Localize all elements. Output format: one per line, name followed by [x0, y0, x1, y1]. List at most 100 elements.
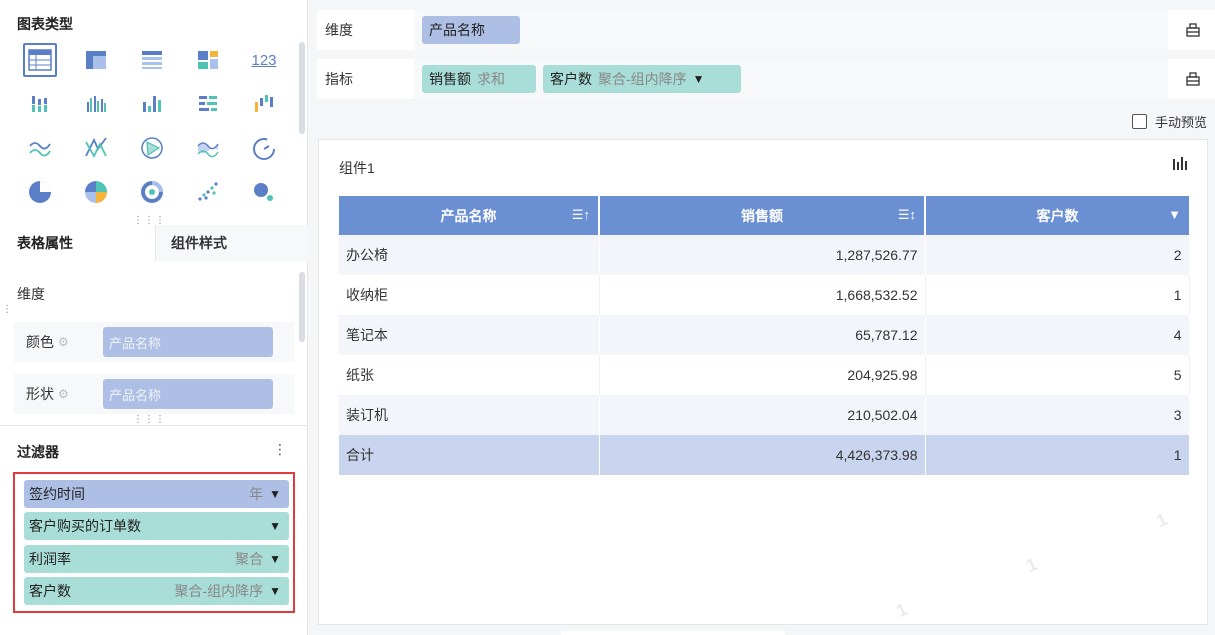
filter-icon[interactable]: ▼ [1168, 207, 1181, 222]
chart-type-pie[interactable] [12, 172, 68, 212]
chart-type-stack-bar[interactable] [12, 84, 68, 124]
manual-preview-label: 手动预览 [1154, 115, 1207, 130]
tab-component-style[interactable]: 组件样式 [156, 225, 308, 261]
gear-icon[interactable]: ⚙ [58, 335, 69, 349]
filter-item[interactable]: 利润率 聚合 ▼ [24, 545, 289, 573]
metric-drop-zone[interactable]: 销售额 求和 客户数 聚合-组内降序 ▼ [414, 59, 1168, 99]
column-header-sales[interactable]: 销售额 ☰↕ [599, 196, 926, 235]
filter-item[interactable]: 客户数 聚合-组内降序 ▼ [24, 577, 289, 605]
resize-handle-bottom[interactable]: ⋮⋮⋮ [133, 415, 166, 425]
color-field-pill[interactable]: 产品名称 [103, 327, 273, 357]
table-icon [23, 43, 57, 77]
column-header-customers[interactable]: 客户数 ▼ [925, 196, 1189, 235]
metric-settings-icon[interactable] [1171, 59, 1215, 99]
detail-table-icon [142, 51, 162, 69]
manual-preview-checkbox[interactable] [1131, 114, 1147, 129]
chart-types-title: 图表类型 [17, 16, 73, 32]
gauge-icon [253, 138, 275, 160]
table-row: 纸张 204,925.98 5 [339, 355, 1190, 395]
color-property-row: 颜色 ⚙ 产品名称 [14, 322, 294, 362]
chart-type-table[interactable] [12, 40, 68, 80]
column-header-product[interactable]: 产品名称 ☰↑ [339, 196, 600, 235]
gear-icon[interactable]: ⚙ [58, 387, 69, 401]
chart-type-polar[interactable] [124, 128, 180, 168]
filter-item[interactable]: 签约时间年 ▼ [24, 480, 289, 508]
bubble-icon [254, 183, 273, 201]
filter-icon[interactable]: ▼ [269, 584, 281, 598]
filter-icon[interactable]: ▼ [269, 519, 281, 533]
chart-type-rose-pie[interactable] [68, 172, 124, 212]
filter-title: 过滤器 [17, 444, 59, 460]
manual-preview-toggle[interactable]: 手动预览 [1131, 112, 1207, 131]
table-row: 办公椅 1,287,526.77 2 [339, 235, 1190, 275]
resize-handle-side[interactable]: ⋮ [2, 305, 13, 315]
metric-bar-label: 指标 [317, 59, 417, 99]
more-menu-icon[interactable]: ⋮ [273, 441, 287, 458]
shape-field-pill[interactable]: 产品名称 [103, 379, 273, 409]
chart-type-gauge[interactable] [236, 128, 292, 168]
chart-type-block[interactable] [180, 40, 236, 80]
horizontal-bar-icon [199, 96, 217, 111]
widget-chart-icon[interactable] [1171, 156, 1189, 175]
chart-type-area[interactable] [180, 128, 236, 168]
dimension-drop-zone[interactable]: 产品名称 [414, 10, 1168, 50]
pie-icon [29, 181, 51, 203]
chart-type-line[interactable] [12, 128, 68, 168]
shape-property-row: 形状 ⚙ 产品名称 [14, 374, 294, 414]
block-icon [198, 51, 218, 69]
stack-bar-icon [32, 96, 47, 112]
filter-icon[interactable]: ▼ [269, 552, 281, 566]
area-icon [197, 142, 219, 158]
chart-type-column[interactable] [124, 84, 180, 124]
chart-type-cross-table[interactable] [68, 40, 124, 80]
group-bar-icon [87, 96, 106, 112]
dimension-section-label: 维度 [17, 286, 45, 302]
waterfall-icon [255, 95, 273, 112]
filter-icon[interactable]: ▼ [693, 72, 705, 86]
table-row: 笔记本 65,787.12 4 [339, 315, 1190, 355]
text-icon: 123 [251, 51, 277, 69]
properties-scrollbar[interactable] [299, 272, 305, 342]
watermark: 1 [1023, 553, 1041, 577]
chart-types-scrollbar[interactable] [299, 42, 305, 134]
line-icon [29, 142, 51, 157]
chart-type-text[interactable]: 123 [236, 40, 292, 80]
table-row: 装订机 210,502.04 3 [339, 395, 1190, 435]
tab-table-properties[interactable]: 表格属性 [0, 225, 156, 261]
filter-icon[interactable]: ▼ [269, 487, 281, 501]
filter-item[interactable]: 客户购买的订单数 ▼ [24, 512, 289, 540]
watermark: 1 [893, 598, 911, 622]
chart-type-donut[interactable] [124, 172, 180, 212]
chart-type-group-bar[interactable] [68, 84, 124, 124]
chart-type-horizontal-bar[interactable] [180, 84, 236, 124]
sort-icon[interactable]: ☰↕ [898, 207, 916, 223]
dimension-bar: 维度 产品名称 [317, 10, 1215, 50]
color-label: 颜色 [26, 334, 54, 350]
metric-pill[interactable]: 客户数 聚合-组内降序 ▼ [543, 65, 741, 93]
dimension-pill[interactable]: 产品名称 [422, 16, 520, 44]
chart-type-radar[interactable] [68, 128, 124, 168]
left-panel: 图表类型 123 ⋮⋮⋮ ⋮ 表格属性 组件样式 维度 颜色 ⚙ 产品名称 形状… [0, 0, 308, 635]
bottom-strip [561, 631, 785, 635]
chart-type-scatter[interactable] [180, 172, 236, 212]
radar-icon [85, 137, 107, 158]
dimension-bar-label: 维度 [317, 10, 417, 50]
chart-type-grid: 123 [12, 38, 297, 214]
chart-type-bubble[interactable] [236, 172, 292, 212]
scatter-icon [198, 182, 218, 201]
metric-pill[interactable]: 销售额 求和 [422, 65, 536, 93]
dimension-settings-icon[interactable] [1171, 10, 1215, 50]
right-panel: 维度 产品名称 指标 销售额求和 客户数聚合-组内降序▼ 手动预览 组件1 [309, 0, 1215, 635]
shape-label: 形状 [26, 386, 54, 402]
data-table: 产品名称 ☰↑ 销售额 ☰↕ 客户数 ▼ 办公椅 1,287,526.77 2 收纳柜 1,… [339, 196, 1190, 475]
chart-type-waterfall[interactable] [236, 84, 292, 124]
resize-handle-top[interactable]: ⋮⋮⋮ [133, 216, 166, 226]
sort-icon[interactable]: ☰↑ [572, 207, 590, 223]
table-row: 收纳柜 1,668,532.52 1 [339, 275, 1190, 315]
widget-title: 组件1 [339, 160, 375, 176]
property-tabs: 表格属性 组件样式 [0, 225, 308, 261]
widget-card: 组件1 产品名称 ☰↑ 销售额 ☰↕ 客户数 ▼ 办公椅 1,287,526.77 2 收… [318, 139, 1208, 625]
app-root: 图表类型 123 ⋮⋮⋮ ⋮ 表格属性 组件样式 维度 颜色 ⚙ 产品名称 形状… [0, 0, 1215, 635]
metric-bar: 指标 销售额 求和 客户数 聚合-组内降序 ▼ [317, 59, 1215, 99]
chart-type-detail-table[interactable] [124, 40, 180, 80]
